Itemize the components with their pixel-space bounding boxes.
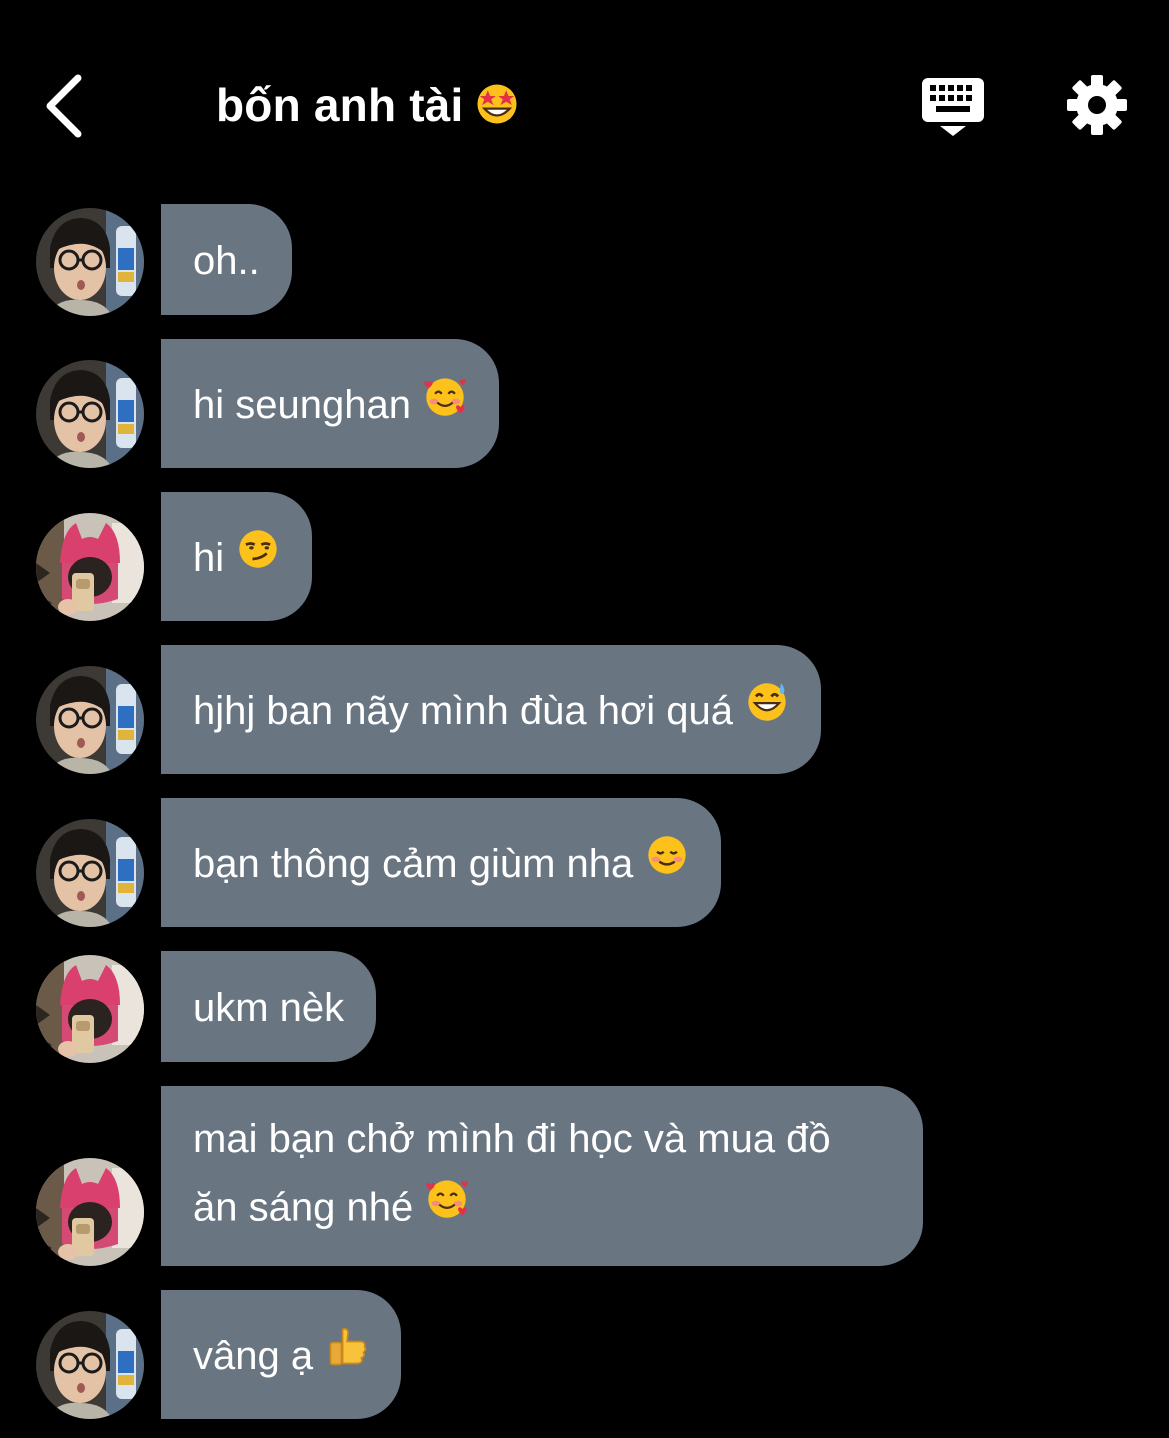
smiling-face-emoji-icon <box>645 800 689 929</box>
avatar[interactable] <box>36 666 144 774</box>
message-bubble[interactable]: bạn thông cảm giùm nha <box>161 798 722 929</box>
smiling-face-with-hearts-emoji-icon <box>425 1174 469 1240</box>
message-text: ukm nèk <box>193 985 345 1030</box>
smirking-face-emoji-icon <box>236 494 280 623</box>
message-text: vâng ạ <box>193 1333 314 1378</box>
chat-header: bốn anh tài <box>0 0 1169 190</box>
message-text-line-2: ăn sáng nhé <box>193 1172 891 1240</box>
message-bubble[interactable]: hjhj ban nãy mình đùa hơi quá <box>161 645 821 774</box>
avatar[interactable] <box>36 819 144 927</box>
message-bubble[interactable]: mai bạn chở mình đi học và mua đồ ăn sán… <box>161 1086 923 1266</box>
message-text: hjhj ban nãy mình đùa hơi quá <box>193 688 733 733</box>
message-text: hi seunghan <box>193 382 411 427</box>
settings-button[interactable] <box>1064 72 1130 138</box>
avatar[interactable] <box>36 360 144 468</box>
thumbs-up-emoji-icon <box>325 1292 369 1421</box>
gear-icon <box>1067 75 1127 135</box>
chat-title: bốn anh tài <box>216 78 520 138</box>
chevron-left-icon <box>46 74 82 138</box>
message-bubble[interactable]: vâng ạ <box>161 1290 402 1421</box>
grinning-face-with-sweat-emoji-icon <box>745 647 789 776</box>
message-bubble[interactable]: hi <box>161 492 313 623</box>
avatar[interactable] <box>36 208 144 316</box>
message-text-line: mai bạn chở mình đi học và mua đồ <box>193 1117 831 1161</box>
message-bubble[interactable]: ukm nèk <box>161 951 377 1062</box>
message-text: oh.. <box>193 238 260 283</box>
message-bubble[interactable]: oh.. <box>161 204 292 315</box>
keyboard-icon <box>922 78 984 136</box>
avatar[interactable] <box>36 513 144 621</box>
avatar[interactable] <box>36 1311 144 1419</box>
chat-title-text: bốn anh tài <box>216 79 464 131</box>
back-button[interactable] <box>36 70 100 142</box>
message-bubble[interactable]: hi seunghan <box>161 339 499 468</box>
avatar[interactable] <box>36 955 144 1063</box>
message-text: bạn thông cảm giùm nha <box>193 841 634 886</box>
message-text: hi <box>193 535 225 580</box>
keyboard-button[interactable] <box>920 74 986 140</box>
message-text: ăn sáng nhé <box>193 1185 414 1230</box>
avatar[interactable] <box>36 1158 144 1266</box>
star-struck-emoji-icon <box>474 81 520 138</box>
smiling-face-with-hearts-emoji-icon <box>423 341 467 470</box>
